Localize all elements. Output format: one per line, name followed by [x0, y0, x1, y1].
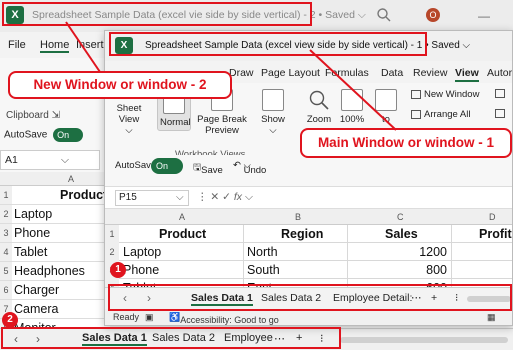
- tab-formulas[interactable]: Formulas: [325, 67, 369, 79]
- window-2-callout: New Window or window - 2: [8, 71, 232, 99]
- column-d-header[interactable]: D: [489, 212, 496, 222]
- table-row[interactable]: 6 Charger: [0, 281, 110, 300]
- window-2-ribbon-tabs: File Home Insert: [0, 34, 120, 58]
- tab-automate[interactable]: Autor: [487, 67, 512, 79]
- autosave-toggle[interactable]: On: [151, 158, 183, 174]
- window-2-tabs-highlight: [1, 327, 341, 349]
- table-row[interactable]: 4 Tablet: [0, 243, 110, 262]
- arrange-all-button[interactable]: Arrange All: [411, 109, 470, 120]
- zoom-to-selection-button[interactable]: to: [371, 89, 401, 125]
- autosave-control[interactable]: AutoSave On: [4, 128, 84, 142]
- horizontal-scrollbar[interactable]: [340, 337, 508, 343]
- window-1-callout: Main Window or window - 1: [300, 128, 512, 158]
- column-b-header[interactable]: B: [295, 212, 301, 222]
- arrange-all-icon: [411, 109, 421, 119]
- badge-2: 2: [2, 312, 18, 328]
- tab-view[interactable]: View: [455, 67, 479, 82]
- window-2-title-highlight: [2, 2, 312, 26]
- column-c-header[interactable]: C: [397, 212, 404, 222]
- tab-insert[interactable]: Insert: [76, 39, 104, 51]
- table-row[interactable]: 3 Phone South 800: [105, 261, 512, 279]
- zoom-100-button[interactable]: 100%: [337, 89, 367, 125]
- hide-icon[interactable]: [495, 109, 505, 118]
- zoom-icon: [309, 90, 329, 110]
- undo-button[interactable]: ↶ Undo ⌵: [233, 160, 266, 176]
- zoom-100-icon: [341, 89, 363, 111]
- tab-file[interactable]: File: [8, 39, 26, 51]
- show-icon: [262, 89, 284, 111]
- window-1-title-highlight: [109, 32, 427, 56]
- formula-controls[interactable]: ⋮ ✕ ✓ fx ⌵: [197, 191, 253, 204]
- new-window-icon: [411, 89, 421, 99]
- table-row[interactable]: 2 Laptop North 1200: [105, 243, 512, 261]
- search-icon[interactable]: [376, 7, 392, 23]
- accessibility-status[interactable]: ♿ Accessibility: Good to go: [169, 312, 279, 325]
- badge-1: 1: [110, 262, 126, 278]
- zoom-selection-icon: [375, 89, 397, 111]
- zoom-button[interactable]: Zoom: [303, 89, 335, 125]
- show-button[interactable]: Show ⌵: [257, 89, 289, 136]
- table-row[interactable]: 2 Laptop: [0, 205, 110, 224]
- status-ready: Ready: [113, 312, 140, 322]
- name-box[interactable]: A1 ⌵: [0, 150, 100, 170]
- split-icon[interactable]: [495, 89, 505, 98]
- tab-draw[interactable]: Draw: [229, 67, 254, 79]
- autosave-toggle[interactable]: On: [53, 128, 84, 142]
- quick-access-toolbar: AutoSave On 🖫 Save ↶ Undo ⌵: [105, 155, 512, 177]
- column-a-header[interactable]: A: [179, 212, 185, 222]
- avatar[interactable]: O: [426, 8, 440, 22]
- column-headers: A B C D: [105, 209, 512, 225]
- tab-page-layout[interactable]: Page Layout: [261, 67, 320, 79]
- formula-bar: P15 ⌵ ⋮ ✕ ✓ fx ⌵: [105, 187, 512, 209]
- status-bar: Ready ▣ ♿ Accessibility: Good to go ▦: [105, 309, 512, 325]
- sheet-view-button[interactable]: Sheet View ⌵: [115, 103, 143, 136]
- name-box[interactable]: P15 ⌵: [115, 190, 189, 206]
- column-header[interactable]: A: [0, 172, 110, 186]
- tab-home[interactable]: Home: [40, 39, 70, 53]
- tab-data[interactable]: Data: [381, 67, 403, 79]
- clipboard-group-label: Clipboard ⇲: [6, 110, 60, 121]
- normal-view-status-icon[interactable]: ▦: [487, 312, 496, 323]
- macro-icon[interactable]: ▣: [145, 312, 154, 323]
- save-button[interactable]: 🖫 Save: [193, 160, 223, 176]
- table-row[interactable]: 3 Phone: [0, 224, 110, 243]
- window-1-tabs-highlight: [108, 284, 512, 311]
- tab-review[interactable]: Review: [413, 67, 447, 79]
- minimize-icon[interactable]: —: [478, 9, 492, 23]
- table-header-row[interactable]: 1 Product Region Sales Profit: [105, 225, 512, 243]
- table-row[interactable]: 1 Product: [0, 186, 110, 205]
- table-row[interactable]: 5 Headphones: [0, 262, 110, 281]
- new-window-button[interactable]: New Window: [411, 89, 479, 100]
